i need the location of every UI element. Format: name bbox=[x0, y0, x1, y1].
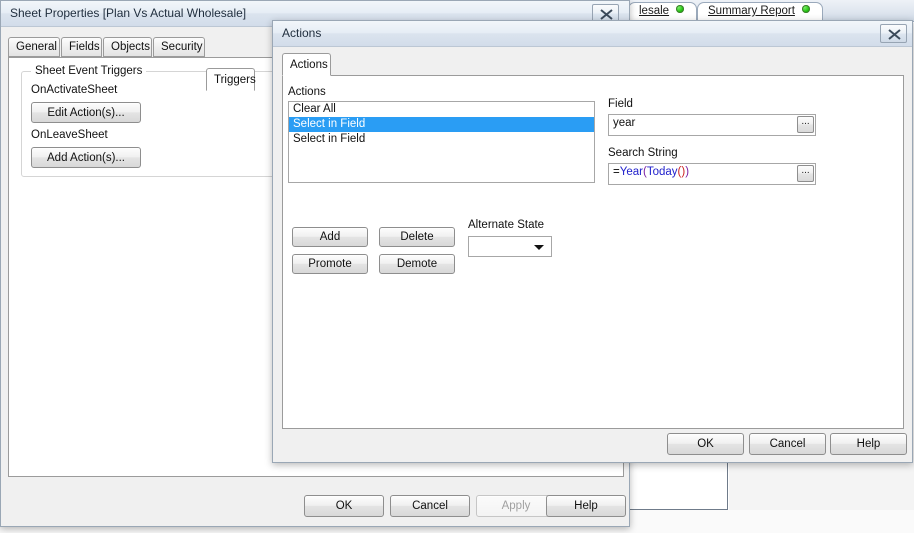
actions-listbox[interactable]: Clear All Select in Field Select in Fiel… bbox=[288, 101, 595, 183]
close-button[interactable] bbox=[880, 24, 907, 43]
close-icon bbox=[888, 29, 901, 40]
promote-button[interactable]: Promote bbox=[292, 254, 368, 274]
tab-general[interactable]: General bbox=[8, 37, 60, 57]
chevron-down-icon bbox=[534, 244, 544, 250]
token-today: Today bbox=[646, 166, 678, 178]
field-input-value: year bbox=[613, 117, 636, 129]
button-label: Help bbox=[574, 500, 598, 512]
tab-label: Triggers bbox=[214, 74, 256, 86]
button-label: Apply bbox=[501, 500, 531, 512]
button-label: Demote bbox=[396, 258, 438, 270]
field-input[interactable]: year bbox=[608, 114, 816, 136]
search-string-label: Search String bbox=[608, 147, 678, 159]
actions-ok-button[interactable]: OK bbox=[667, 433, 744, 455]
actions-help-button[interactable]: Help bbox=[830, 433, 907, 455]
button-label: Cancel bbox=[769, 438, 806, 450]
search-string-value: =Year(Today()) bbox=[613, 166, 689, 178]
button-label: Promote bbox=[308, 258, 352, 270]
background-tab-wholesale[interactable]: lesale bbox=[628, 2, 698, 22]
search-string-browse-button[interactable]: ... bbox=[797, 165, 814, 182]
button-label: Add bbox=[319, 231, 341, 243]
tab-label: General bbox=[16, 41, 57, 53]
actions-titlebar: Actions bbox=[273, 21, 912, 47]
actions-dialog: Actions Actions Actions Clear All Select… bbox=[272, 20, 913, 463]
screen: lesale Summary Report Sheet Properties [… bbox=[0, 0, 914, 533]
sheet-properties-title: Sheet Properties [Plan Vs Actual Wholesa… bbox=[10, 6, 247, 20]
tab-fields[interactable]: Fields bbox=[61, 37, 102, 57]
on-activate-sheet-label: OnActivateSheet bbox=[31, 84, 118, 96]
sheet-properties-help-button[interactable]: Help bbox=[546, 495, 626, 517]
add-button[interactable]: Add bbox=[292, 227, 368, 247]
tab-actions[interactable]: Actions bbox=[282, 53, 331, 76]
list-item[interactable]: Select in Field bbox=[289, 132, 594, 147]
tab-label: Actions bbox=[290, 59, 328, 71]
sheet-properties-ok-button[interactable]: OK bbox=[304, 495, 384, 517]
group-title: Sheet Event Triggers bbox=[31, 65, 147, 77]
status-dot-icon bbox=[676, 5, 685, 13]
tab-label: Fields bbox=[69, 41, 100, 53]
tab-label: Security bbox=[161, 41, 203, 53]
button-label: Edit Action(s)... bbox=[47, 106, 125, 119]
background-tab-label: Summary Report bbox=[708, 5, 795, 17]
button-label: Add Action(s)... bbox=[47, 151, 125, 164]
status-dot-icon bbox=[801, 5, 810, 13]
background-tab-label: lesale bbox=[639, 5, 670, 17]
button-label: Cancel bbox=[412, 500, 448, 512]
delete-button[interactable]: Delete bbox=[379, 227, 455, 247]
background-tab-summary-report[interactable]: Summary Report bbox=[697, 2, 823, 22]
token-equals: = bbox=[613, 166, 620, 178]
alternate-state-combo[interactable] bbox=[468, 236, 552, 257]
button-label: Help bbox=[856, 438, 881, 450]
sheet-properties-cancel-button[interactable]: Cancel bbox=[390, 495, 470, 517]
add-actions-button[interactable]: Add Action(s)... bbox=[31, 147, 141, 168]
ellipsis-icon: ... bbox=[801, 116, 810, 127]
actions-list-label: Actions bbox=[288, 86, 326, 98]
tab-objects[interactable]: Objects bbox=[103, 37, 152, 57]
tab-label: Objects bbox=[111, 41, 150, 53]
list-item[interactable]: Clear All bbox=[289, 102, 594, 117]
demote-button[interactable]: Demote bbox=[379, 254, 455, 274]
edit-actions-button[interactable]: Edit Action(s)... bbox=[31, 102, 141, 123]
field-label: Field bbox=[608, 98, 633, 110]
button-label: OK bbox=[335, 500, 353, 512]
actions-cancel-button[interactable]: Cancel bbox=[749, 433, 826, 455]
on-leave-sheet-label: OnLeaveSheet bbox=[31, 129, 108, 141]
field-browse-button[interactable]: ... bbox=[797, 116, 814, 133]
alternate-state-label: Alternate State bbox=[468, 219, 545, 231]
token-year: Year bbox=[619, 166, 643, 178]
token-paren-close-1: ) bbox=[685, 166, 690, 178]
tab-security[interactable]: Security bbox=[153, 37, 205, 57]
tab-triggers[interactable]: Triggers bbox=[206, 68, 256, 91]
list-item-label: Clear All bbox=[293, 103, 336, 115]
button-label: OK bbox=[697, 438, 714, 450]
list-item[interactable]: Select in Field bbox=[289, 117, 594, 132]
actions-tab-panel: Actions Clear All Select in Field Select… bbox=[282, 75, 904, 429]
actions-tabstrip: Actions bbox=[273, 53, 912, 76]
close-icon bbox=[600, 9, 613, 20]
list-item-label: Select in Field bbox=[293, 133, 366, 145]
search-string-input[interactable]: =Year(Today()) bbox=[608, 163, 816, 185]
actions-dialog-title: Actions bbox=[282, 26, 322, 40]
button-label: Delete bbox=[400, 231, 434, 243]
ellipsis-icon: ... bbox=[801, 165, 810, 176]
list-item-label: Select in Field bbox=[293, 118, 366, 130]
sheet-properties-apply-button: Apply bbox=[476, 495, 556, 517]
